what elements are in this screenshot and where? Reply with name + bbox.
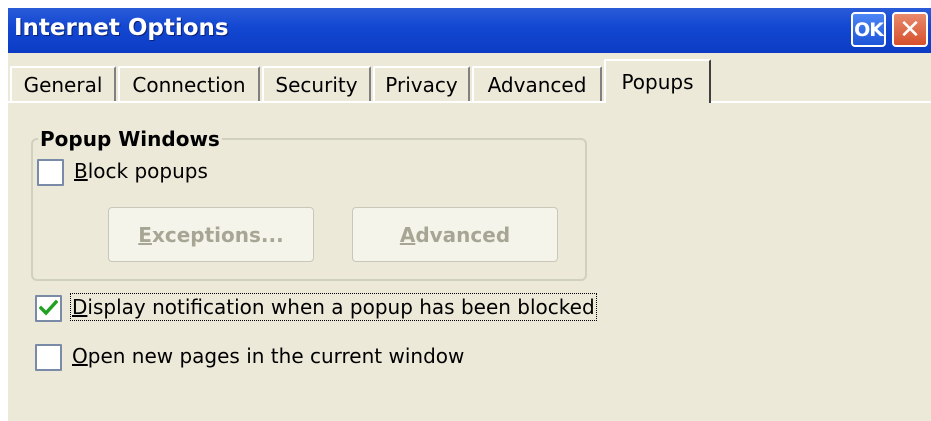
display-notification-text: isplay notification when a popup has bee… [87, 295, 595, 319]
advanced-text: dvanced [415, 222, 511, 247]
exceptions-button[interactable]: Exceptions... [108, 207, 314, 262]
advanced-button[interactable]: Advanced [352, 207, 558, 262]
tab-general[interactable]: General [10, 66, 116, 101]
tab-popups[interactable]: Popups [604, 59, 711, 103]
internet-options-dialog: Internet Options OK ✕ General Connection… [8, 8, 931, 421]
close-button[interactable]: ✕ [892, 12, 928, 47]
advanced-mnemonic: A [399, 222, 416, 247]
tab-privacy[interactable]: Privacy [373, 66, 470, 101]
tab-strip-border [8, 101, 931, 103]
open-new-pages-mnemonic: O [72, 344, 88, 368]
display-notification-mnemonic: D [72, 295, 88, 319]
display-notification-checkbox[interactable] [35, 295, 62, 322]
ok-button[interactable]: OK [851, 12, 886, 47]
block-popups-mnemonic: B [74, 159, 88, 183]
close-icon: ✕ [899, 14, 921, 45]
title-bar[interactable]: Internet Options OK ✕ [8, 8, 931, 53]
tab-advanced[interactable]: Advanced [472, 66, 602, 101]
block-popups-text: lock popups [87, 159, 208, 183]
display-notification-label[interactable]: Display notification when a popup has be… [70, 293, 597, 321]
tab-security[interactable]: Security [262, 66, 371, 101]
exceptions-text: xceptions... [151, 222, 284, 247]
exceptions-mnemonic: E [138, 222, 152, 247]
block-popups-checkbox[interactable] [37, 159, 64, 186]
tab-connection[interactable]: Connection [118, 66, 260, 101]
open-new-pages-checkbox[interactable] [35, 344, 62, 371]
window-title: Internet Options [14, 15, 229, 41]
open-new-pages-label[interactable]: Open new pages in the current window [72, 344, 464, 368]
popup-windows-group-label: Popup Windows [38, 127, 222, 151]
checkmark-icon [39, 299, 58, 316]
block-popups-label[interactable]: Block popups [74, 159, 208, 183]
open-new-pages-text: pen new pages in the current window [87, 344, 465, 368]
